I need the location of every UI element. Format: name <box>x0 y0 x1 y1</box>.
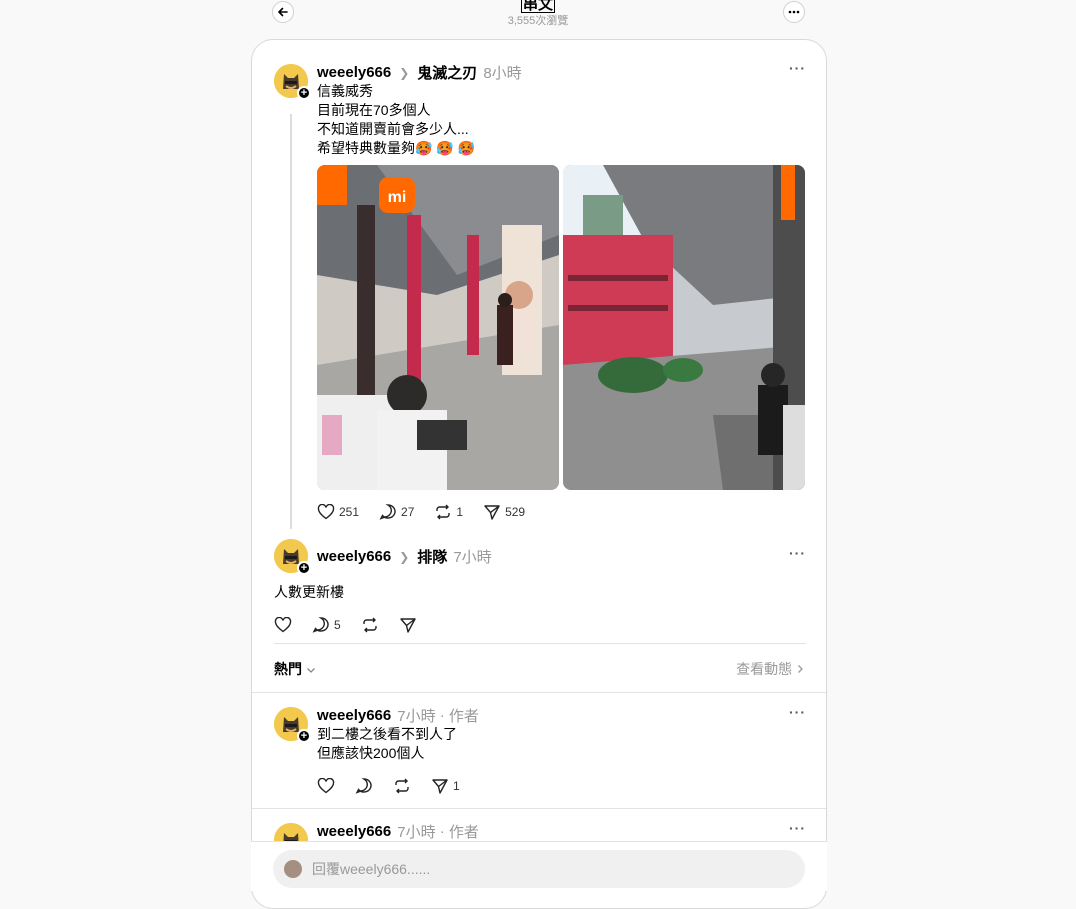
avatar[interactable]: + <box>274 64 311 100</box>
post-line: 信義威秀 <box>317 83 373 99</box>
sort-label: 熱門 <box>274 661 302 677</box>
divider <box>274 643 806 644</box>
avatar[interactable]: + <box>274 539 311 575</box>
post-body: 到二樓之後看不到人了 但應該快200個人 <box>317 725 457 763</box>
more-button[interactable] <box>783 1 805 23</box>
share-icon <box>432 778 448 794</box>
like-button[interactable]: 251 <box>317 503 360 520</box>
username[interactable]: weeely666 <box>317 823 391 840</box>
share-count: 1 <box>453 778 460 793</box>
comment-button[interactable] <box>355 777 373 794</box>
reply-input[interactable] <box>310 860 754 878</box>
user-avatar <box>284 860 302 878</box>
follow-plus-icon[interactable]: + <box>297 561 311 575</box>
post-header: weeely666 7小時 · 作者 <box>317 705 479 726</box>
post-header: weeely666 ❯ 排隊 7小時 <box>317 546 492 567</box>
share-button[interactable] <box>399 617 417 633</box>
like-button[interactable] <box>317 777 335 794</box>
reply-field[interactable] <box>273 850 805 888</box>
share-button[interactable]: 529 <box>483 504 525 520</box>
post-more-icon[interactable]: ··· <box>789 545 806 561</box>
thread-connector <box>290 114 292 529</box>
topic-tag[interactable]: 鬼滅之刃 <box>417 62 477 83</box>
chevron-right-icon: ❯ <box>399 65 410 80</box>
timestamp: 8小時 <box>483 65 522 82</box>
follow-plus-icon[interactable]: + <box>297 729 311 743</box>
repost-button[interactable] <box>393 778 411 794</box>
repost-count: 1 <box>456 504 464 519</box>
post-line: 到二樓之後看不到人了 <box>317 726 457 742</box>
chevron-down-icon <box>306 668 315 673</box>
username[interactable]: weeely666 <box>317 548 391 565</box>
post-actions: 1 <box>317 777 480 794</box>
street-photo-illustration: mi <box>317 165 559 490</box>
post-more-icon[interactable]: ··· <box>789 820 806 836</box>
repost-icon <box>362 617 377 632</box>
separator-dot: · <box>435 823 449 840</box>
street-photo-illustration <box>563 165 805 490</box>
divider <box>252 692 826 693</box>
view-count: 3,555次瀏覽 <box>507 15 569 27</box>
post-photo[interactable]: mi <box>317 165 559 490</box>
view-activity-link[interactable]: 查看動態 <box>736 659 804 679</box>
post-body: 人數更新樓 <box>274 583 344 602</box>
activity-label: 查看動態 <box>736 661 793 677</box>
comment-button[interactable]: 5 <box>312 616 341 633</box>
share-count: 529 <box>505 504 526 519</box>
post-more-icon[interactable]: ··· <box>789 704 806 720</box>
post-line: 不知道開賣前會多少人... <box>317 121 469 137</box>
heart-icon <box>317 777 335 793</box>
author-tag: 作者 <box>448 708 479 725</box>
share-icon <box>399 617 416 633</box>
avatar[interactable]: + <box>274 707 311 743</box>
repost-button[interactable]: 1 <box>434 504 463 520</box>
repost-icon <box>395 778 409 793</box>
reply-bar <box>251 841 827 891</box>
more-icon <box>788 10 800 14</box>
follow-plus-icon[interactable]: + <box>297 86 311 100</box>
post-header: weeely666 7小時 · 作者 <box>317 821 479 842</box>
heart-icon <box>317 503 335 519</box>
post-line: 人數更新樓 <box>274 584 344 600</box>
comment-count: 5 <box>334 617 341 632</box>
timestamp: 7小時 <box>397 824 436 841</box>
post-more-icon[interactable]: ··· <box>789 60 806 76</box>
repost-button[interactable] <box>361 617 379 633</box>
divider <box>252 808 826 809</box>
share-icon <box>484 504 500 520</box>
comment-count: 27 <box>401 504 415 519</box>
post-body: 信義威秀 目前現在70多個人 不知道開賣前會多少人... 希望特典數量夠🥵 🥵 … <box>317 82 475 158</box>
like-count: 251 <box>339 504 360 519</box>
comment-icon <box>379 504 396 520</box>
page-title: 串文 <box>520 0 555 13</box>
author-tag: 作者 <box>448 824 479 841</box>
timestamp: 7小時 <box>397 708 436 725</box>
like-button[interactable] <box>274 616 292 633</box>
thread-header: 串文 3,555次瀏覽 <box>0 0 1076 27</box>
post-line: 目前現在70多個人 <box>317 102 431 118</box>
post-line: 希望特典數量夠🥵 🥵 🥵 <box>317 140 476 156</box>
username[interactable]: weeely666 <box>317 707 391 724</box>
heart-icon <box>274 616 292 632</box>
svg-text:mi: mi <box>388 189 407 206</box>
username[interactable]: weeely666 <box>317 64 391 81</box>
post-header: weeely666 ❯ 鬼滅之刃 8小時 <box>317 62 522 83</box>
share-button[interactable]: 1 <box>431 778 460 794</box>
comment-icon <box>355 778 372 794</box>
separator-dot: · <box>435 707 449 724</box>
comment-button[interactable]: 27 <box>379 503 414 520</box>
chevron-right-icon <box>798 665 803 673</box>
topic-tag[interactable]: 排隊 <box>417 546 447 567</box>
post-line: 但應該快200個人 <box>317 745 425 761</box>
sort-dropdown[interactable]: 熱門 <box>274 659 316 679</box>
post-actions: 251 27 1 529 <box>317 503 545 520</box>
top-bar: 串文 3,555次瀏覽 <box>0 0 1076 38</box>
thread-card: + weeely666 ❯ 鬼滅之刃 8小時 ··· 信義威秀 目前現在70多個… <box>251 39 827 909</box>
repost-icon <box>436 504 451 519</box>
timestamp: 7小時 <box>453 549 492 566</box>
post-photo[interactable] <box>563 165 805 490</box>
chevron-right-icon: ❯ <box>399 549 410 564</box>
post-actions: 5 <box>274 616 437 633</box>
comment-icon <box>312 617 329 633</box>
